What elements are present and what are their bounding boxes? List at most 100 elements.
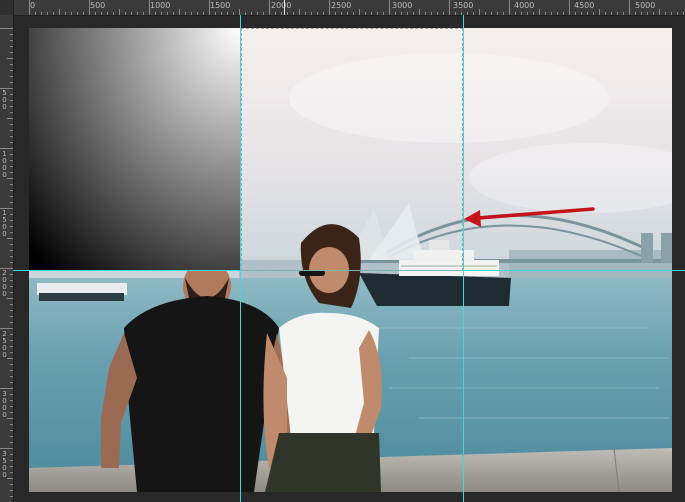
ruler-tick bbox=[629, 0, 630, 15]
ruler-tick bbox=[635, 12, 636, 15]
ruler-tick bbox=[41, 12, 42, 15]
ruler-label: 3500 bbox=[453, 1, 474, 10]
ruler-tick bbox=[10, 172, 13, 173]
ruler-tick bbox=[10, 142, 13, 143]
ruler-tick bbox=[617, 12, 618, 15]
ruler-tick bbox=[329, 0, 330, 15]
ruler-tick bbox=[605, 12, 606, 15]
document-canvas[interactable] bbox=[29, 28, 672, 492]
ruler-tick bbox=[10, 166, 13, 167]
ruler-tick bbox=[179, 9, 180, 15]
ruler-label: 2500 bbox=[331, 1, 352, 10]
ruler-tick bbox=[10, 316, 13, 317]
ruler-label: 1 5 0 0 bbox=[2, 209, 7, 238]
ruler-tick bbox=[10, 94, 13, 95]
ruler-tick bbox=[10, 436, 13, 437]
ruler-tick bbox=[251, 12, 252, 15]
ruler-tick bbox=[10, 334, 13, 335]
ruler-tick bbox=[161, 12, 162, 15]
ruler-tick bbox=[473, 12, 474, 15]
ruler-tick bbox=[401, 12, 402, 15]
ruler-tick bbox=[10, 280, 13, 281]
ruler-tick bbox=[10, 52, 13, 53]
guide-vertical[interactable] bbox=[240, 15, 241, 502]
ruler-tick bbox=[353, 12, 354, 15]
ruler-tick bbox=[503, 12, 504, 15]
ruler-label: 1000 bbox=[150, 1, 171, 10]
ruler-tick bbox=[119, 9, 120, 15]
ruler-tick bbox=[263, 12, 264, 15]
ruler-tick bbox=[383, 12, 384, 15]
ruler-label: 1500 bbox=[210, 1, 231, 10]
ruler-tick bbox=[83, 12, 84, 15]
ruler-tick bbox=[659, 9, 660, 15]
guide-horizontal[interactable] bbox=[13, 270, 685, 271]
ruler-tick bbox=[515, 12, 516, 15]
ruler-tick bbox=[10, 214, 13, 215]
ruler-tick bbox=[527, 12, 528, 15]
ruler-tick bbox=[10, 232, 13, 233]
ruler-tick bbox=[10, 466, 13, 467]
ruler-tick bbox=[185, 12, 186, 15]
ruler-tick bbox=[389, 0, 390, 15]
ruler-tick bbox=[7, 118, 13, 119]
ruler-tick bbox=[95, 12, 96, 15]
ruler-label: 4000 bbox=[514, 1, 535, 10]
ruler-tick bbox=[485, 12, 486, 15]
guide-vertical[interactable] bbox=[463, 15, 464, 502]
ruler-tick bbox=[431, 12, 432, 15]
ruler-tick bbox=[71, 12, 72, 15]
ruler-tick bbox=[10, 70, 13, 71]
ruler-label: 1 0 0 0 bbox=[2, 150, 7, 179]
ruler-tick bbox=[665, 12, 666, 15]
horizontal-ruler[interactable]: 0 500 1000 1500 2000 2500 3000 3500 4000… bbox=[0, 0, 685, 16]
ruler-tick bbox=[10, 64, 13, 65]
ruler-tick bbox=[10, 364, 13, 365]
ruler-tick bbox=[479, 9, 480, 15]
ruler-tick bbox=[10, 262, 13, 263]
ruler-tick bbox=[317, 12, 318, 15]
ruler-tick bbox=[341, 12, 342, 15]
ruler-tick bbox=[10, 112, 13, 113]
ruler-tick bbox=[137, 12, 138, 15]
ruler-tick bbox=[533, 12, 534, 15]
ruler-tick bbox=[59, 9, 60, 15]
ruler-tick bbox=[221, 12, 222, 15]
ruler-tick bbox=[299, 9, 300, 15]
ruler-tick bbox=[7, 418, 13, 419]
ruler-tick bbox=[125, 12, 126, 15]
ruler-tick bbox=[10, 124, 13, 125]
ruler-tick bbox=[10, 454, 13, 455]
ruler-tick bbox=[10, 40, 13, 41]
ruler-tick bbox=[0, 388, 13, 389]
ruler-tick bbox=[7, 238, 13, 239]
ruler-tick bbox=[7, 358, 13, 359]
ruler-tick bbox=[10, 184, 13, 185]
ruler-tick bbox=[10, 322, 13, 323]
ruler-tick bbox=[10, 190, 13, 191]
ruler-label: 2000 bbox=[271, 1, 292, 10]
ruler-tick bbox=[113, 12, 114, 15]
ruler-tick bbox=[10, 100, 13, 101]
ruler-label: 2 0 0 0 bbox=[2, 269, 7, 298]
ruler-tick bbox=[7, 58, 13, 59]
ruler-tick bbox=[575, 12, 576, 15]
ruler-tick bbox=[155, 12, 156, 15]
ruler-tick bbox=[10, 490, 13, 491]
vertical-ruler[interactable]: 5 0 0 1 0 0 0 1 5 0 0 2 0 0 0 2 5 0 0 3 … bbox=[0, 15, 14, 502]
ruler-tick bbox=[65, 12, 66, 15]
ruler-tick bbox=[0, 88, 13, 89]
ruler-tick bbox=[281, 12, 282, 15]
ruler-origin[interactable] bbox=[0, 0, 14, 16]
ruler-tick bbox=[143, 12, 144, 15]
ruler-tick bbox=[407, 12, 408, 15]
ruler-tick bbox=[557, 12, 558, 15]
ruler-tick bbox=[173, 12, 174, 15]
ruler-tick bbox=[10, 136, 13, 137]
ruler-tick bbox=[10, 244, 13, 245]
ruler-tick bbox=[257, 12, 258, 15]
ruler-tick bbox=[371, 12, 372, 15]
ruler-tick bbox=[443, 12, 444, 15]
ruler-tick bbox=[10, 412, 13, 413]
ruler-tick bbox=[335, 12, 336, 15]
